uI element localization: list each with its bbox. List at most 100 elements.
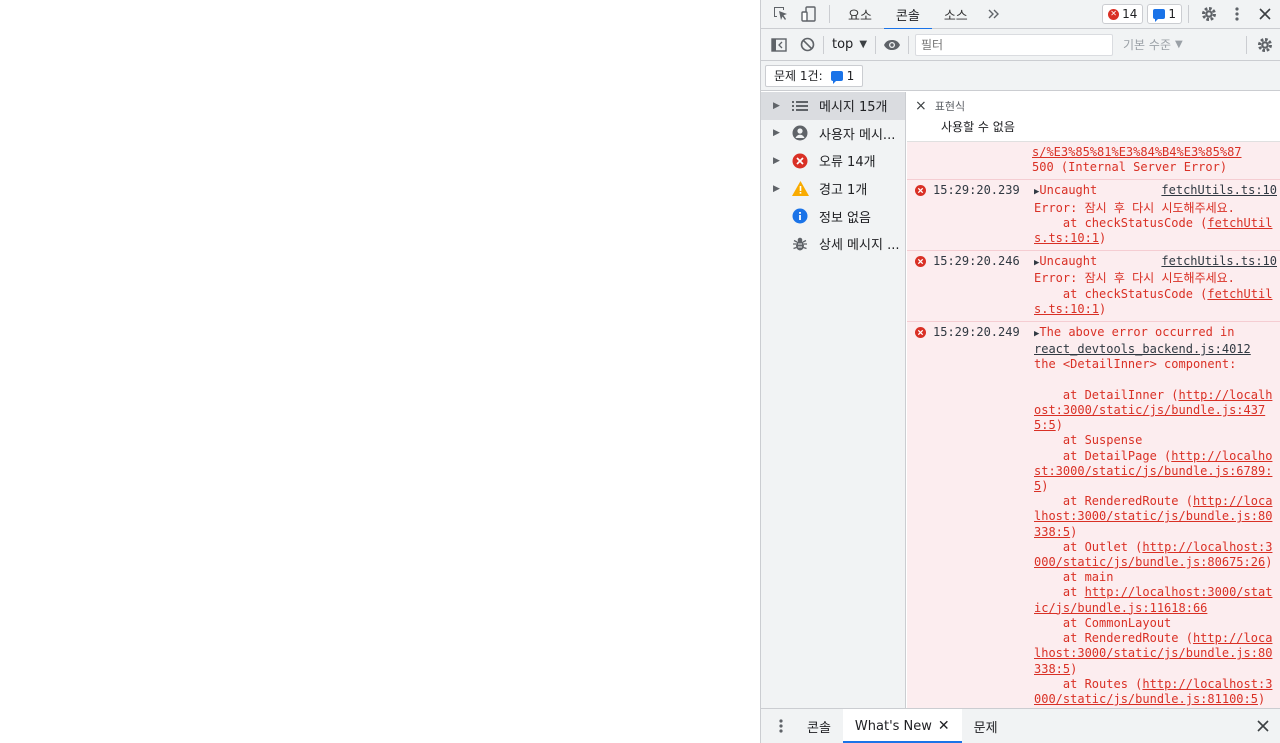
stack-frame-close: )	[1265, 555, 1273, 570]
stack-frame-close: )	[1257, 691, 1266, 706]
timestamp: 15:29:20.249	[933, 325, 1020, 340]
drawer-menu-icon[interactable]	[767, 712, 795, 740]
tab-elements[interactable]: 요소	[836, 0, 884, 29]
sidebar-item-messages[interactable]: ▶ 메시지 15개	[761, 92, 905, 120]
stack-frame: at Outlet (	[1034, 539, 1143, 554]
log-level-label: 기본 수준	[1123, 38, 1171, 52]
warning-icon	[791, 181, 809, 197]
console-messages: × 표현식 사용할 수 없음 s/%E3%85%81%E3%84%B4%E3%8…	[907, 92, 1280, 708]
log-level-selector[interactable]: 기본 수준 ▼	[1123, 36, 1183, 53]
sidebar-item-user-messages[interactable]: ▶ 사용자 메시...	[761, 120, 905, 148]
drawer-tab-console[interactable]: 콘솔	[795, 709, 843, 743]
sidebar-item-errors[interactable]: ▶ 오류 14개	[761, 147, 905, 175]
stack-frame: at checkStatusCode (	[1034, 286, 1208, 301]
sidebar-item-label: 오류 14개	[819, 155, 876, 171]
sidebar-item-verbose[interactable]: 상세 메시지 ...	[761, 230, 905, 258]
devtools-drawer: 콘솔 What's New ✕ 문제	[761, 708, 1280, 743]
context-selector[interactable]: top ▼	[826, 37, 873, 52]
error-icon	[915, 325, 933, 707]
error-icon	[791, 153, 809, 169]
status-text: 500 (Internal Server Error)	[1032, 160, 1228, 175]
issues-label: 문제 1건:	[774, 69, 823, 83]
more-tabs-icon[interactable]	[980, 0, 1008, 29]
sidebar-item-label: 정보 없음	[819, 210, 871, 226]
expand-arrow-icon[interactable]: ▶	[773, 128, 785, 138]
close-expression-icon[interactable]: ×	[915, 98, 927, 114]
stack-frame: at checkStatusCode (	[1034, 215, 1208, 230]
more-options-icon[interactable]	[1223, 0, 1251, 28]
timestamp: 15:29:20.239	[933, 183, 1020, 198]
tab-sources[interactable]: 소스	[932, 0, 980, 29]
tab-console[interactable]: 콘솔	[883, 0, 932, 30]
drawer-tab-label: What's New	[854, 718, 932, 734]
expand-arrow-icon[interactable]: ▶	[773, 101, 785, 111]
console-entry-error: 15:29:20.239 fetchUtils.ts:10 ▶Uncaught E…	[907, 180, 1280, 252]
sidebar-item-label: 사용자 메시...	[819, 127, 896, 143]
info-icon	[791, 208, 809, 224]
drawer-tab-whats-new[interactable]: What's New ✕	[842, 709, 962, 743]
error-count-badge[interactable]: ✕ 14	[1102, 4, 1144, 24]
devtools-panel: 요소 콘솔 소스 ✕ 14 1 top ▼ 필터 기본 수준 ▼ 문제 1건: …	[760, 0, 1280, 743]
devtools-tabbar: 요소 콘솔 소스 ✕ 14 1	[761, 0, 1280, 30]
error-icon	[915, 254, 933, 317]
sidebar-item-label: 메시지 15개	[819, 100, 888, 116]
stack-frame-close: )	[1099, 231, 1107, 246]
sidebar-item-label: 경고 1개	[819, 183, 868, 199]
issues-count: 1	[846, 68, 855, 83]
filter-input[interactable]	[915, 33, 1114, 56]
stack-trace: at DetailInner (http://localhost:3000/st…	[1034, 388, 1272, 706]
user-icon	[791, 125, 809, 141]
stack-frame: at Suspense	[1034, 433, 1143, 448]
console-entries: s/%E3%85%81%E3%84%B4%E3%85%87 500 (Inter…	[907, 142, 1280, 708]
stack-frame-close: )	[1041, 479, 1049, 494]
issues-button[interactable]: 문제 1건: 1	[765, 64, 864, 87]
console-sidebar: ▶ 메시지 15개 ▶ 사용자 메시... ▶ 오류 14개 ▶ 경고 1개 정…	[761, 92, 906, 708]
sidebar-item-warnings[interactable]: ▶ 경고 1개	[761, 175, 905, 203]
device-toolbar-icon[interactable]	[795, 0, 823, 28]
close-drawer-icon[interactable]	[1249, 712, 1277, 740]
source-link[interactable]: react_devtools_backend.js:4012	[1034, 342, 1251, 356]
error-message: Error: 잠시 후 다시 시도해주세요.	[1034, 271, 1235, 286]
console-entry-error: 15:29:20.246 fetchUtils.ts:10 ▶Uncaught E…	[907, 251, 1280, 323]
message-icon	[1153, 9, 1166, 22]
expand-arrow-icon[interactable]: ▶	[773, 184, 785, 194]
error-icon	[915, 183, 933, 246]
drawer-tab-label: 콘솔	[807, 720, 831, 736]
settings-gear-icon[interactable]	[1195, 0, 1223, 28]
inspect-element-icon[interactable]	[767, 0, 795, 28]
stack-frame: at	[1034, 585, 1085, 600]
stack-frame-close: )	[1099, 301, 1107, 316]
close-tab-icon[interactable]: ✕	[938, 718, 950, 734]
stack-frame: at CommonLayout	[1034, 615, 1172, 630]
sidebar-toggle-icon[interactable]	[765, 31, 793, 59]
stack-frame-close: )	[1070, 524, 1078, 539]
source-link[interactable]: fetchUtils.ts:10	[1161, 254, 1277, 269]
divider	[829, 5, 830, 23]
divider	[1246, 35, 1247, 54]
divider	[875, 35, 877, 54]
expand-arrow-icon[interactable]: ▶	[773, 156, 785, 166]
message-icon	[830, 70, 843, 84]
divider	[823, 35, 824, 54]
sidebar-item-label: 상세 메시지 ...	[819, 238, 900, 254]
bug-icon	[791, 236, 809, 252]
divider	[908, 35, 910, 54]
console-settings-gear-icon[interactable]	[1251, 31, 1279, 59]
live-expression-eye-icon[interactable]	[878, 31, 906, 59]
console-entry-error: 15:29:20.249 ▶The above error occurred i…	[907, 322, 1280, 708]
tab-label: 콘솔	[895, 8, 920, 24]
clear-console-icon[interactable]	[793, 31, 821, 59]
stack-frame-close: )	[1055, 418, 1063, 433]
drawer-tab-label: 문제	[973, 720, 998, 736]
timestamp: 15:29:20.246	[933, 254, 1020, 269]
context-label: top	[832, 37, 854, 52]
sidebar-item-info[interactable]: 정보 없음	[761, 202, 905, 230]
request-url-link[interactable]: s/%E3%85%81%E3%84%B4%E3%85%87	[1032, 145, 1242, 159]
issue-count: 1	[1168, 7, 1176, 21]
source-link[interactable]: fetchUtils.ts:10	[1161, 183, 1277, 198]
issue-count-badge[interactable]: 1	[1147, 4, 1182, 24]
drawer-tab-issues[interactable]: 문제	[962, 709, 1010, 743]
stack-frame: at DetailPage (	[1034, 448, 1172, 463]
close-devtools-icon[interactable]	[1251, 0, 1279, 28]
console-toolbar: top ▼ 기본 수준 ▼	[761, 29, 1280, 61]
